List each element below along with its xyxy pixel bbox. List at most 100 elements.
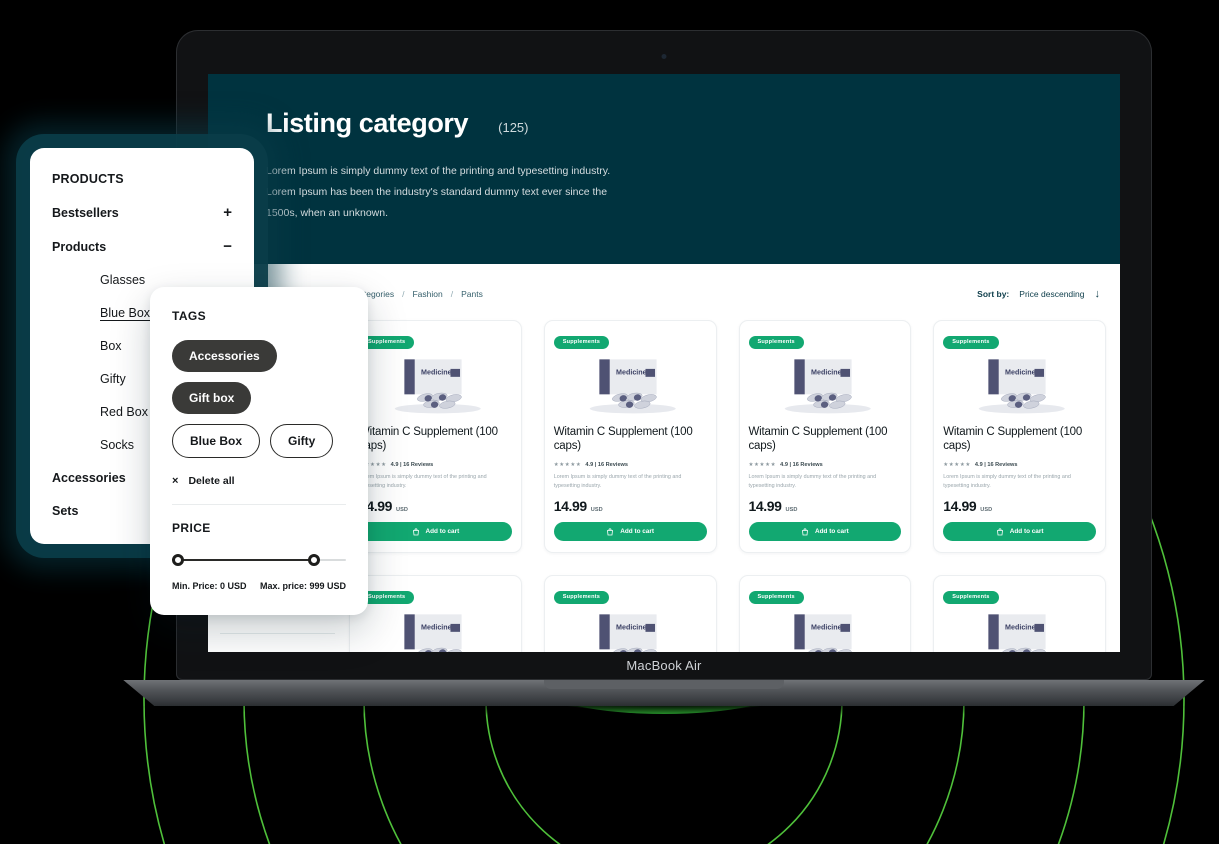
product-card[interactable]: SupplementsMedicinexWitamin C Supplement… xyxy=(349,320,522,554)
products-menu-item-label: Red Box xyxy=(100,405,148,419)
breadcrumb-item[interactable]: Fashion xyxy=(412,289,442,299)
sort-control[interactable]: Sort by: Price descending ↓ xyxy=(977,288,1100,300)
product-currency: USD xyxy=(980,507,993,514)
breadcrumb-item[interactable]: Pants xyxy=(461,289,483,299)
product-badge: Supplements xyxy=(748,590,804,604)
hero-description: Lorem Ipsum is simply dummy text of the … xyxy=(266,165,611,219)
tag-chip[interactable]: Gifty xyxy=(270,424,334,458)
bag-icon xyxy=(412,528,419,536)
product-currency: USD xyxy=(785,507,798,514)
add-to-cart-label: Add to cart xyxy=(815,528,849,536)
product-description: Lorem Ipsum is simply dummy text of the … xyxy=(553,473,682,489)
tag-chip-list: Accessories Gift box Blue Box Gifty xyxy=(172,340,346,458)
product-badge: Supplements xyxy=(553,335,610,349)
slider-fill xyxy=(178,559,315,562)
tag-chip[interactable]: Gift box xyxy=(172,382,252,414)
device-brand-label: MacBook Air xyxy=(626,657,702,673)
minus-icon[interactable]: − xyxy=(223,239,232,254)
delete-all-label: Delete all xyxy=(188,475,235,487)
add-to-cart-button[interactable]: Add to cart xyxy=(359,522,512,542)
product-badge: Supplements xyxy=(553,590,610,604)
sort-value[interactable]: Price descending xyxy=(1019,289,1084,299)
slider-max-handle[interactable] xyxy=(308,554,320,566)
products-menu-item-label: Box xyxy=(100,339,122,353)
max-price-label: Max. price: 999 USD xyxy=(259,581,346,591)
sort-arrow-down-icon[interactable]: ↓ xyxy=(1095,288,1101,300)
camera-dot-icon xyxy=(661,54,667,59)
svg-text:Medicinex: Medicinex xyxy=(421,368,456,376)
price-range-slider-large[interactable] xyxy=(172,553,346,567)
add-to-cart-button[interactable]: Add to cart xyxy=(943,522,1096,542)
rating-text: 4.9 | 16 Reviews xyxy=(974,461,1018,468)
tags-heading: TAGS xyxy=(172,309,207,323)
products-menu-item[interactable]: Glasses xyxy=(52,273,232,287)
product-rating: ★★★★★ 4.9 | 16 Reviews xyxy=(943,462,1096,468)
product-card[interactable]: SupplementsMedicinexWitamin C Supplement… xyxy=(738,575,912,652)
products-menu-item-label: Products xyxy=(52,239,107,254)
products-menu-item-label: Glasses xyxy=(100,273,146,287)
product-image: Medicinex xyxy=(988,614,1046,652)
product-currency: USD xyxy=(396,507,408,514)
product-badge: Supplements xyxy=(943,590,999,604)
bag-icon xyxy=(607,528,614,536)
tags-filter-panel: TAGS Accessories Gift box Blue Box Gifty × … xyxy=(150,287,368,615)
product-badge: Supplements xyxy=(748,335,804,349)
laptop-base-notch xyxy=(544,680,784,689)
products-menu-heading: PRODUCTS xyxy=(52,172,124,186)
slider-min-handle[interactable] xyxy=(172,554,184,566)
product-badge: Supplements xyxy=(943,335,999,349)
add-to-cart-label: Add to cart xyxy=(425,528,460,536)
product-card[interactable]: Supplements Medicinex Witamin C Supplement… xyxy=(543,320,717,554)
products-menu-item-label: Bestsellers xyxy=(52,205,119,220)
delete-all-tags-button[interactable]: × Delete all xyxy=(172,475,346,487)
svg-text:Medicinex: Medicinex xyxy=(811,368,846,376)
products-menu-item[interactable]: Bestsellers + xyxy=(52,205,232,220)
svg-text:Medicinex: Medicinex xyxy=(421,623,456,631)
product-card[interactable]: SupplementsMedicinexWitamin C Supplement… xyxy=(543,575,717,652)
products-menu-item[interactable]: Products − xyxy=(52,239,232,254)
product-image: Medicinex xyxy=(599,614,657,652)
laptop-shadow xyxy=(110,706,1218,716)
rating-text: 4.9 | 16 Reviews xyxy=(390,461,434,468)
products-menu-item-label: Blue Box xyxy=(100,306,151,320)
breadcrumb: Categories / Fashion / Pants xyxy=(353,289,483,299)
divider xyxy=(220,633,335,634)
product-image: Medicinex xyxy=(589,358,676,413)
product-card[interactable]: SupplementsMedicinexWitamin C Supplement… xyxy=(738,320,912,554)
product-currency: USD xyxy=(590,507,603,514)
products-content: Categories / Fashion / Pants Sort by: Pr… xyxy=(341,286,1120,652)
product-image: Medicinex xyxy=(404,614,462,652)
product-title: Witamin C Supplement (100 caps) xyxy=(359,425,498,452)
add-to-cart-button[interactable]: Add to cart xyxy=(748,522,902,542)
product-price: 14.99 xyxy=(943,498,977,515)
product-image: Medicinex xyxy=(793,614,852,652)
add-to-cart-button[interactable]: Add to cart xyxy=(553,522,707,542)
product-card[interactable]: SupplementsMedicinexWitamin C Supplement… xyxy=(349,575,522,652)
plus-icon[interactable]: + xyxy=(223,205,232,220)
tag-chip[interactable]: Blue Box xyxy=(172,424,261,458)
bag-icon xyxy=(996,528,1003,536)
svg-text:Medicinex: Medicinex xyxy=(811,623,846,631)
product-price: 14.99 xyxy=(553,498,587,515)
product-card[interactable]: SupplementsMedicinexWitamin C Supplement… xyxy=(933,320,1106,554)
product-rating: ★★★★★ 4.9 | 16 Reviews xyxy=(359,462,512,468)
product-rating: ★★★★★ 4.9 | 16 Reviews xyxy=(554,462,707,468)
products-menu-item-label: Socks xyxy=(100,438,135,452)
svg-text:Medicinex: Medicinex xyxy=(1005,623,1040,631)
product-price: 14.99 xyxy=(748,498,782,515)
product-description: Lorem Ipsum is simply dummy text of the … xyxy=(943,473,1071,489)
star-rating-icon: ★★★★★ xyxy=(553,461,582,468)
close-icon: × xyxy=(172,475,179,487)
product-title: Witamin C Supplement (100 caps) xyxy=(943,425,1083,452)
rating-text: 4.9 | 16 Reviews xyxy=(585,461,629,468)
tag-chip[interactable]: Accessories xyxy=(172,340,277,372)
product-image: Medicinex xyxy=(784,358,871,413)
product-title: Witamin C Supplement (100 caps) xyxy=(553,425,693,452)
product-image: Medicinex xyxy=(394,358,481,413)
product-grid: Supplements Medicinex Witamin C Supplement… xyxy=(349,320,1106,652)
product-card[interactable]: SupplementsMedicinexWitamin C Supplement… xyxy=(933,575,1106,652)
add-to-cart-label: Add to cart xyxy=(620,528,654,536)
divider xyxy=(172,504,346,505)
tags-price-heading: PRICE xyxy=(172,521,211,535)
rating-text: 4.9 | 16 Reviews xyxy=(780,461,823,468)
